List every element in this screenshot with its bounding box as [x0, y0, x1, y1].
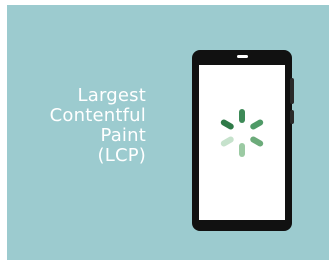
caption-line-2: Contentful [49, 105, 146, 126]
caption-line-4: (LCP) [97, 145, 146, 166]
caption-text: Largest Contentful Paint (LCP) [6, 86, 146, 166]
smartphone [192, 50, 294, 231]
phone-speaker [237, 55, 248, 58]
phone-screen [199, 65, 285, 220]
loading-spinner-icon [220, 109, 264, 157]
phone-side-button-top [290, 78, 294, 104]
caption-line-1: Largest [77, 85, 146, 106]
caption-line-3: Paint [100, 125, 146, 146]
teal-background-panel: Largest Contentful Paint (LCP) [7, 5, 329, 260]
phone-side-button-bottom [290, 110, 294, 124]
illustration-frame: Largest Contentful Paint (LCP) [0, 0, 333, 264]
